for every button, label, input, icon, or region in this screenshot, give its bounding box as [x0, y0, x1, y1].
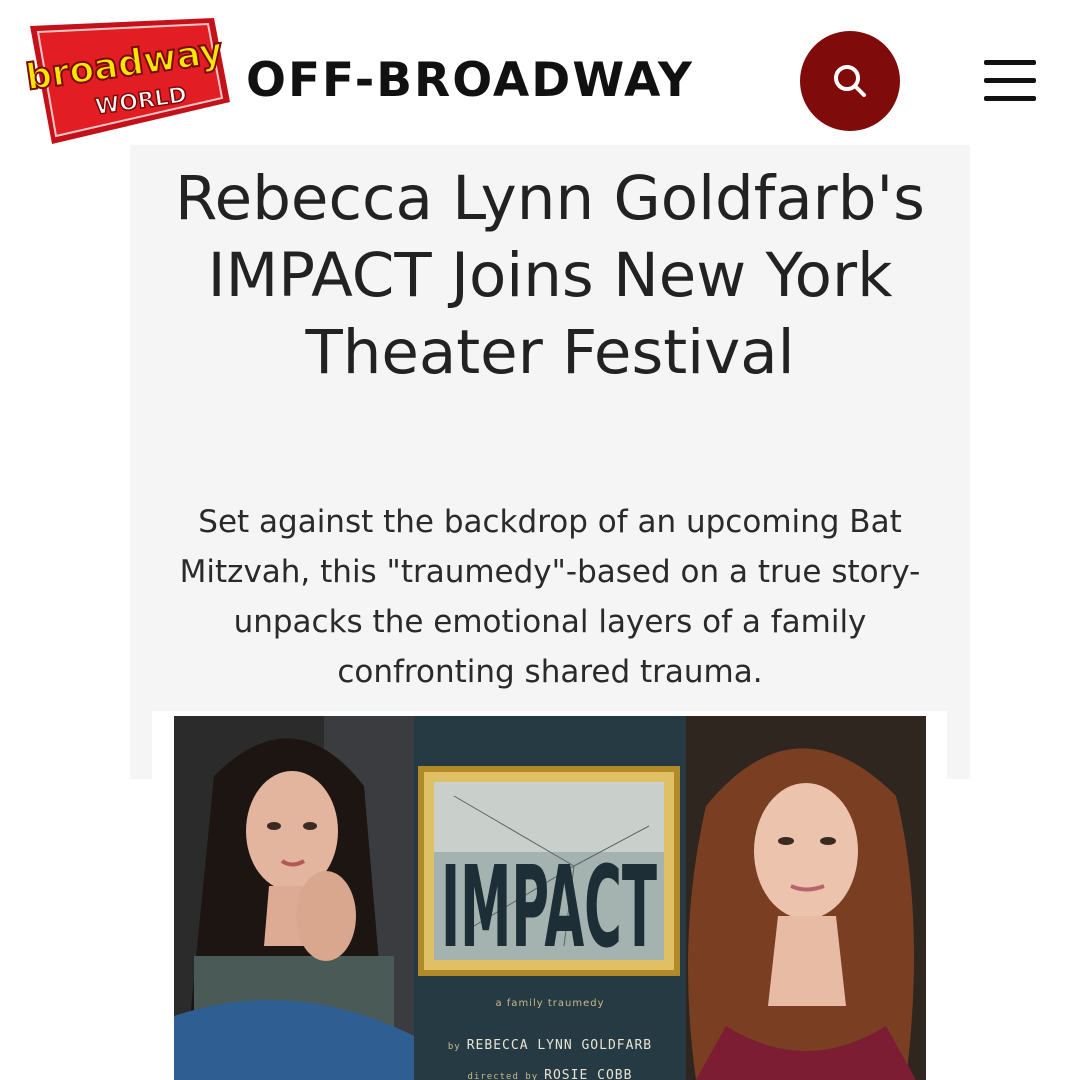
- site-header: broadway WORLD OFF-BROADWAY: [0, 0, 1080, 150]
- search-icon: [834, 65, 866, 97]
- section-title[interactable]: OFF-BROADWAY: [246, 52, 694, 110]
- hamburger-menu-icon: [984, 60, 1036, 65]
- poster-title: IMPACT: [441, 843, 657, 973]
- actress-photo-left: [174, 716, 414, 1080]
- poster-director: directed by ROSIE COBB: [467, 1068, 633, 1080]
- actress-photo-right: [686, 716, 926, 1080]
- article-headline[interactable]: Rebecca Lynn Goldfarb's IMPACT Joins New…: [150, 160, 950, 391]
- article-subhead: Set against the backdrop of an upcoming …: [179, 504, 921, 690]
- menu-button[interactable]: [984, 60, 1036, 102]
- broadwayworld-logo[interactable]: broadway WORLD: [24, 18, 234, 144]
- poster-author: by REBECCA LYNN GOLDFARB: [447, 1038, 653, 1053]
- impact-poster: IMPACT a family traumedy by REBECCA LYNN …: [414, 716, 686, 1080]
- search-button[interactable]: [800, 31, 900, 131]
- poster-tagline: a family traumedy: [495, 998, 605, 1009]
